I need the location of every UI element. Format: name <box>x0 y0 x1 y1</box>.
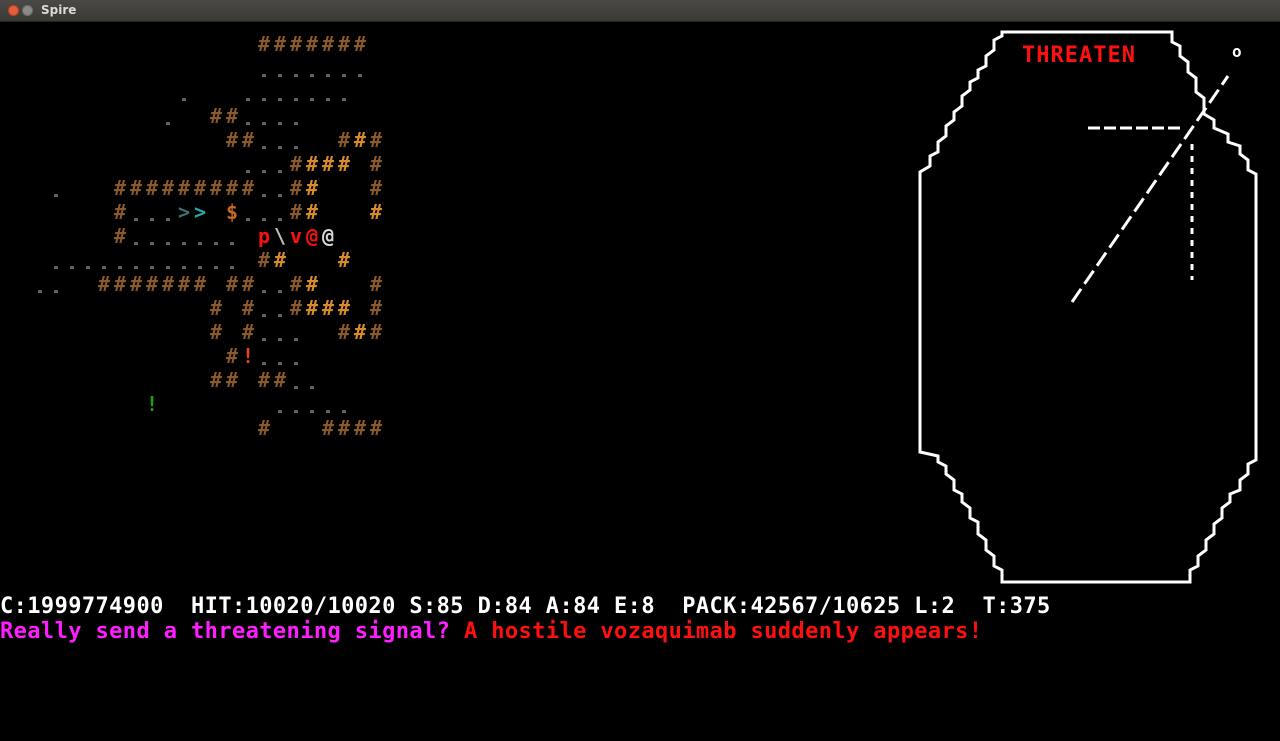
window-title: Spire <box>41 3 77 17</box>
window-titlebar: Spire <box>0 0 1280 22</box>
message-event: A hostile vozaquimab suddenly appears! <box>463 619 983 644</box>
panel-border <box>918 30 1258 584</box>
diagonal-line <box>1070 75 1230 303</box>
minimize-window-button[interactable] <box>22 5 33 16</box>
panel-corner-glyph: o <box>1232 42 1242 61</box>
status-line: C:1999774900 HIT:10020/10020 S:85 D:84 A… <box>0 594 1051 619</box>
game-screen[interactable]: # # # # # # # # # # # # # # # # # # # # # # # # # # # # # # # # > > $ # # # # p… <box>0 22 1280 741</box>
message-line: Really send a threatening signal? A host… <box>0 620 982 644</box>
message-prompt: Really send a threatening signal? <box>0 619 451 644</box>
close-window-button[interactable] <box>8 5 19 16</box>
threaten-panel <box>918 30 1258 584</box>
panel-title: THREATEN <box>1022 43 1136 68</box>
